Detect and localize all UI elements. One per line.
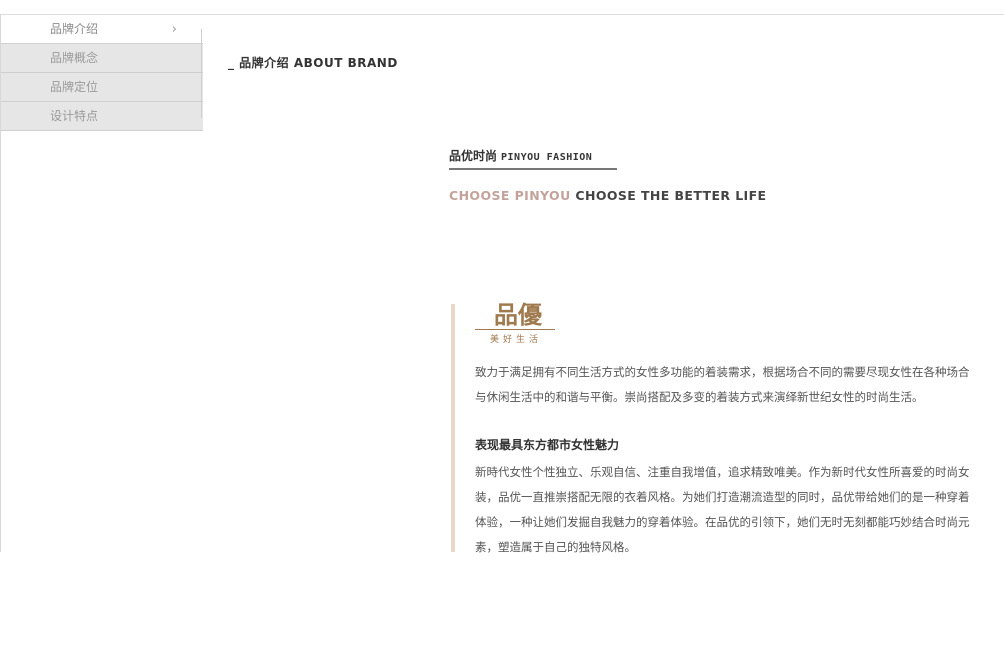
detail-paragraph: 新時代女性个性独立、乐观自信、注重自我增值，追求精致唯美。作为新时代女性所喜爱的… [475,460,1004,560]
content-accent-bar [451,304,455,552]
paragraph-line: 致力于满足拥有不同生活方式的女性多功能的着装需求，根据场合不同的需要尽现女性在各… [475,365,970,379]
content-subheading: 表现最具东方都市女性魅力 [475,438,620,452]
logo-text: 品優 [494,300,542,329]
intro-paragraph: 致力于满足拥有不同生活方式的女性多功能的着装需求，根据场合不同的需要尽现女性在各… [475,360,1004,410]
tagline-accent: CHOOSE PINYOU [449,188,571,203]
sidebar-item-brand-intro[interactable]: 品牌介绍 › [1,15,203,44]
tagline-rest: CHOOSE THE BETTER LIFE [575,188,767,203]
sidebar-item-brand-positioning[interactable]: 品牌定位 [1,73,203,102]
sidebar-item-label: 设计特点 [50,109,99,123]
brand-name-en: PINYOU FASHION [501,152,593,163]
sidebar-item-label: 品牌概念 [50,51,99,65]
brand-name-cn: 品优时尚 [449,149,498,163]
sidebar-item-design-features[interactable]: 设计特点 [1,102,203,131]
sidebar-item-label: 品牌介绍 [50,22,99,36]
brand-logo: 品優 美好生活 [475,301,557,345]
paragraph-line: 素，塑造属于自己的独特风格。 [475,540,636,554]
sidebar-item-brand-concept[interactable]: 品牌概念 [1,44,203,73]
sidebar-nav: 品牌介绍 › 品牌概念 品牌定位 设计特点 [1,15,203,131]
sidebar-right-border [201,29,202,118]
sidebar-item-label: 品牌定位 [50,80,99,94]
tagline: CHOOSE PINYOU CHOOSE THE BETTER LIFE [449,188,766,203]
paragraph-line: 装，品优一直推崇搭配无限的衣着风格。为她们打造潮流造型的同时，品优带给她们的是一… [475,490,970,504]
chevron-right-icon: › [171,22,177,37]
logo-underline [475,329,555,330]
paragraph-line: 体验，一种让她们发掘自我魅力的穿着体验。在品优的引领下，她们无时无刻都能巧妙结合… [475,515,970,529]
paragraph-line: 新時代女性个性独立、乐观自信、注重自我增值，追求精致唯美。作为新时代女性所喜爱的… [475,465,970,479]
brand-heading: 品优时尚 PINYOU FASHION [449,147,617,170]
paragraph-line: 与休闲生活中的和谐与平衡。崇尚搭配及多变的着装方式来演绎新世纪女性的时尚生活。 [475,390,924,404]
logo-subtitle: 美好生活 [489,335,542,345]
page-title: _ 品牌介绍 ABOUT BRAND [228,56,398,70]
